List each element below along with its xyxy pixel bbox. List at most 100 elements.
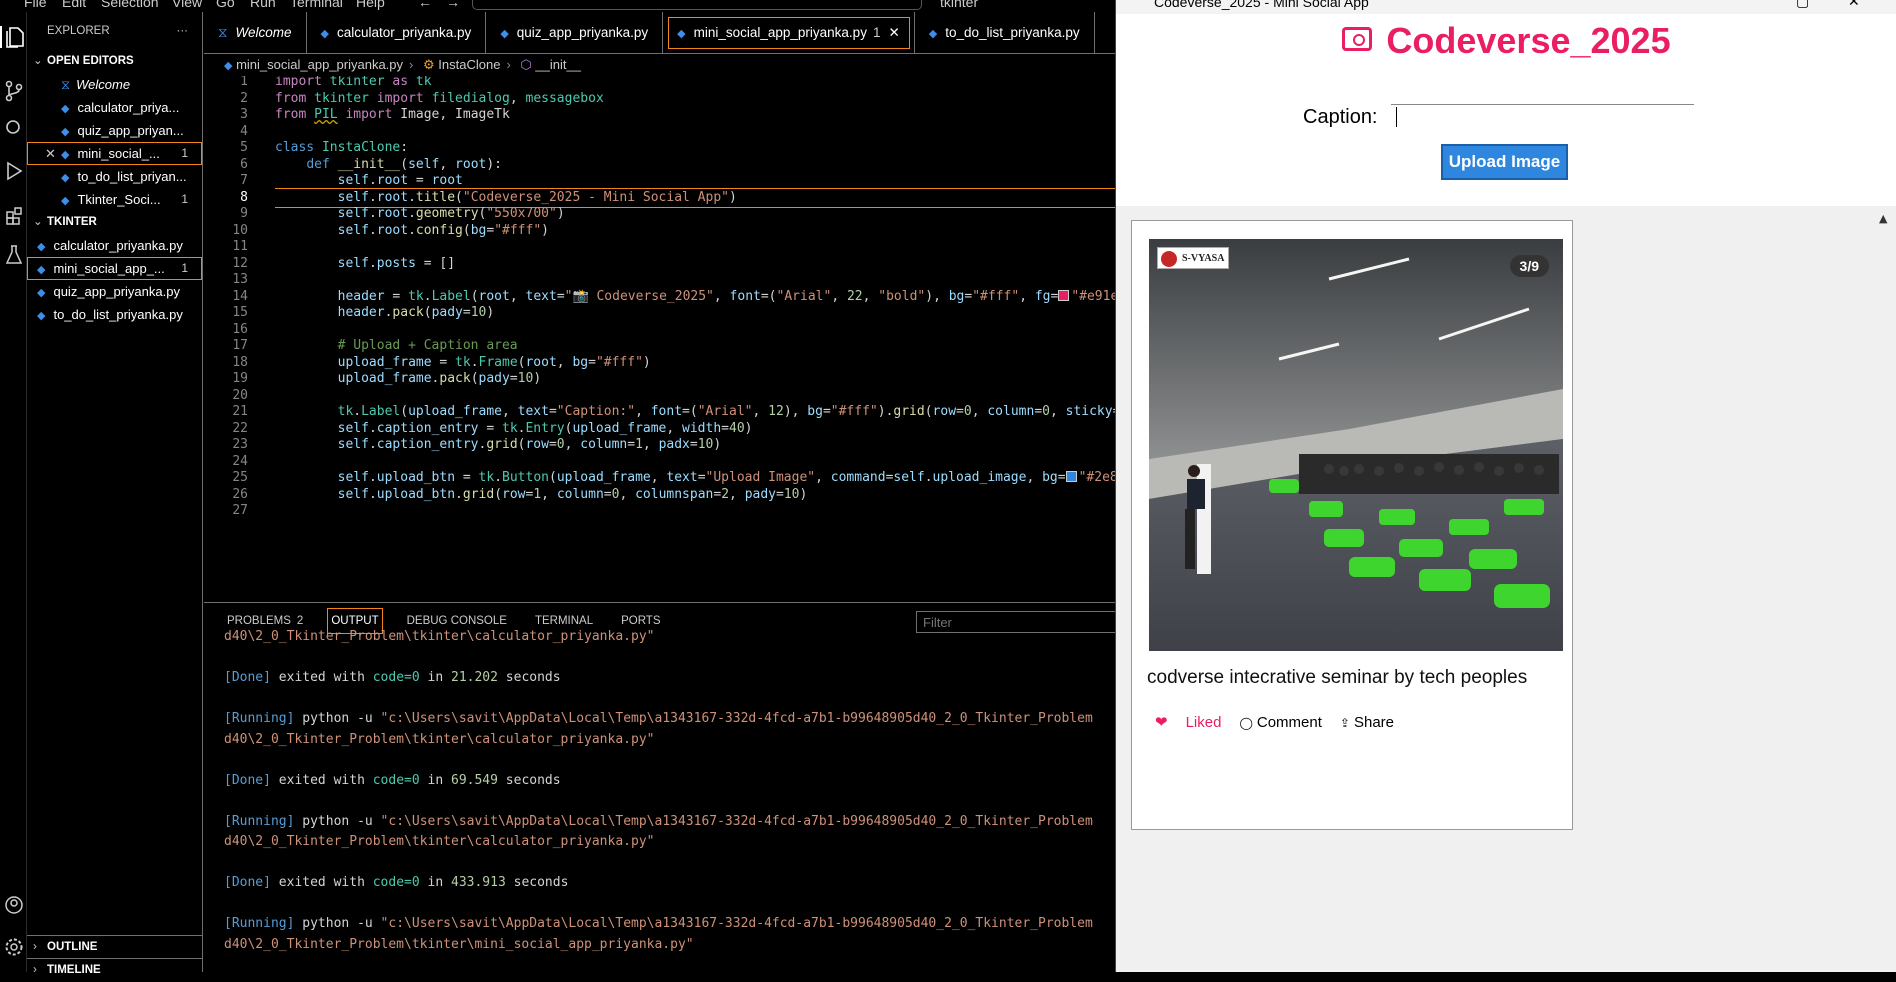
close-tab-icon[interactable]: ✕ — [888, 25, 899, 40]
python-file-icon: ◆ — [37, 287, 46, 299]
open-editors-section[interactable]: ⌄ OPEN EDITORS — [27, 50, 202, 73]
run-debug-icon[interactable] — [0, 160, 27, 182]
explorer-icon[interactable] — [0, 26, 27, 48]
code-line[interactable]: upload_frame.pack(pady=10) — [275, 369, 542, 389]
caption-label: Caption: — [1303, 106, 1378, 128]
post-feed[interactable]: ▲ S-VYASA 3/9 codverse intecrative semin… — [1116, 206, 1896, 972]
folder-section[interactable]: ⌄ TKINTER — [27, 211, 202, 234]
open-editor-item[interactable]: ◆ calculator_priya... — [27, 96, 202, 119]
code-line[interactable]: from PIL import Image, ImageTk — [275, 105, 510, 125]
editor-tab[interactable]: ◆ calculator_priyanka.py — [307, 12, 487, 53]
text-caret — [1396, 107, 1397, 127]
nav-forward-icon[interactable]: → — [446, 0, 460, 10]
open-editor-label: to_do_list_priyan... — [77, 169, 187, 184]
upload-image-button[interactable]: Upload Image — [1441, 144, 1568, 180]
search-icon[interactable] — [0, 118, 27, 140]
more-actions-icon[interactable]: ··· — [177, 12, 189, 50]
heart-icon[interactable]: ❤ — [1155, 713, 1168, 731]
menu-go[interactable]: Go — [216, 0, 235, 10]
open-editor-item[interactable]: ⧖ Welcome — [27, 73, 202, 96]
open-editor-item[interactable]: ◆ to_do_list_priyan... — [27, 165, 202, 188]
open-editor-item[interactable]: ✕ ◆ mini_social_... 1 — [27, 142, 202, 165]
breadcrumb-method[interactable]: __init__ — [535, 57, 581, 72]
code-line[interactable]: self.upload_btn.grid(row=1, column=0, co… — [275, 485, 808, 505]
menu-run[interactable]: Run — [250, 0, 276, 10]
output-line: d40\2_0_Tkinter_Problem\tkinter\mini_soc… — [224, 936, 694, 952]
output-line: [Done] exited with code=0 in 69.549 seco… — [224, 772, 561, 788]
file-item[interactable]: ◆ to_do_list_priyanka.py — [27, 303, 202, 326]
code-line[interactable]: self.posts = [] — [275, 254, 455, 274]
chevron-right-icon: › — [33, 941, 37, 953]
timeline-section[interactable]: › TIMELINE — [27, 958, 203, 981]
python-file-icon: ◆ — [61, 103, 70, 115]
settings-gear-icon[interactable] — [0, 936, 27, 958]
source-control-icon[interactable] — [0, 80, 27, 102]
editor-tab[interactable]: ◆ mini_social_app_priyanka.py 1 ✕ — [663, 12, 915, 53]
tk-window: Codeverse_2025 - Mini Social App ▢ ✕ Cod… — [1115, 0, 1896, 972]
post-image[interactable]: S-VYASA 3/9 — [1149, 239, 1563, 651]
python-file-icon: ◆ — [61, 149, 70, 161]
close-icon[interactable]: ✕ — [1848, 0, 1860, 10]
python-file-icon: ◆ — [61, 172, 70, 184]
testing-icon[interactable] — [0, 244, 27, 266]
liked-button[interactable]: Liked — [1186, 714, 1222, 731]
menu-file[interactable]: File — [24, 0, 47, 10]
outline-section[interactable]: › OUTLINE — [27, 935, 203, 958]
chevron-down-icon: ⌄ — [33, 216, 43, 228]
file-item[interactable]: ◆ mini_social_app_... 1 — [27, 257, 202, 280]
tk-window-title: Codeverse_2025 - Mini Social App — [1154, 0, 1369, 10]
menu-terminal[interactable]: Terminal — [290, 0, 343, 10]
vscode-icon: ⧖ — [61, 77, 71, 92]
python-file-icon: ◆ — [61, 195, 70, 207]
close-icon[interactable]: ✕ — [45, 142, 56, 165]
nav-back-icon[interactable]: ← — [418, 0, 432, 10]
file-item[interactable]: ◆ calculator_priyanka.py — [27, 234, 202, 257]
tk-titlebar: Codeverse_2025 - Mini Social App ▢ ✕ — [1116, 0, 1896, 14]
open-editor-item[interactable]: ◆ Tkinter_Soci... 1 — [27, 188, 202, 211]
share-button[interactable]: ⇪ Share — [1340, 714, 1394, 731]
line-number: 27 — [232, 503, 248, 518]
comment-label: Comment — [1256, 713, 1322, 731]
menu-selection[interactable]: Selection — [101, 0, 159, 10]
seal-icon — [1161, 251, 1177, 267]
folder-list: ◆ calculator_priyanka.py ◆ mini_social_app_… — [27, 234, 202, 326]
menu-view[interactable]: View — [172, 0, 202, 10]
menu-bar: File Edit Selection View Go Run Terminal… — [0, 0, 1115, 12]
breadcrumb-class[interactable]: InstaClone — [438, 57, 500, 72]
output-line: d40\2_0_Tkinter_Problem\tkinter\calculat… — [224, 834, 655, 849]
breadcrumb: ◆ mini_social_app_priyanka.py › ⚙ InstaCl… — [224, 57, 581, 72]
editor-tab[interactable]: ◆ to_do_list_priyanka.py — [915, 12, 1095, 53]
output-line: [Running] python -u "c:\Users\savit\AppD… — [224, 711, 1093, 726]
caption-input[interactable] — [1391, 104, 1694, 130]
app-header: Codeverse_2025 — [1116, 14, 1896, 68]
breadcrumb-file[interactable]: mini_social_app_priyanka.py — [236, 57, 403, 72]
extensions-icon[interactable] — [0, 204, 27, 226]
account-icon[interactable] — [0, 894, 27, 916]
python-file-icon: ◆ — [677, 28, 686, 40]
tab-label: mini_social_app_priyanka.py — [693, 25, 867, 40]
maximize-icon[interactable]: ▢ — [1796, 0, 1809, 10]
file-label: calculator_priyanka.py — [53, 238, 183, 253]
menu-help[interactable]: Help — [356, 0, 385, 10]
image-counter: 3/9 — [1509, 255, 1549, 277]
open-editor-item[interactable]: ◆ quiz_app_priyan... — [27, 119, 202, 142]
editor-tab[interactable]: ⧖ Welcome — [204, 12, 307, 53]
command-center-search[interactable] — [472, 0, 922, 10]
panel-tab-label: PORTS — [621, 615, 661, 627]
output-line: d40\2_0_Tkinter_Problem\tkinter\calculat… — [224, 731, 655, 747]
open-editor-label: calculator_priya... — [77, 100, 180, 115]
file-item[interactable]: ◆ quiz_app_priyanka.py — [27, 280, 202, 303]
explorer-sidebar: EXPLORER ··· ⌄ OPEN EDITORS ⧖ Welcome ◆ calcu… — [27, 12, 203, 976]
problem-badge: 1 — [181, 146, 188, 160]
code-line[interactable]: header.pack(pady=10) — [275, 303, 495, 323]
code-line[interactable]: self.root.config(bg="#fff") — [275, 221, 549, 241]
editor-tab[interactable]: ◆ quiz_app_priyanka.py — [486, 12, 664, 53]
code-line[interactable]: self.caption_entry.grid(row=0, column=1,… — [275, 435, 722, 455]
code-editor[interactable]: 1 import tkinter as tk 2 from tkinter impor… — [204, 76, 1115, 602]
scroll-up-arrow-icon[interactable]: ▲ — [1879, 212, 1887, 225]
output-line: [Running] python -u "c:\Users\savit\AppD… — [224, 916, 1093, 931]
comment-button[interactable]: ◯ Comment — [1239, 714, 1321, 731]
menu-edit[interactable]: Edit — [62, 0, 86, 10]
